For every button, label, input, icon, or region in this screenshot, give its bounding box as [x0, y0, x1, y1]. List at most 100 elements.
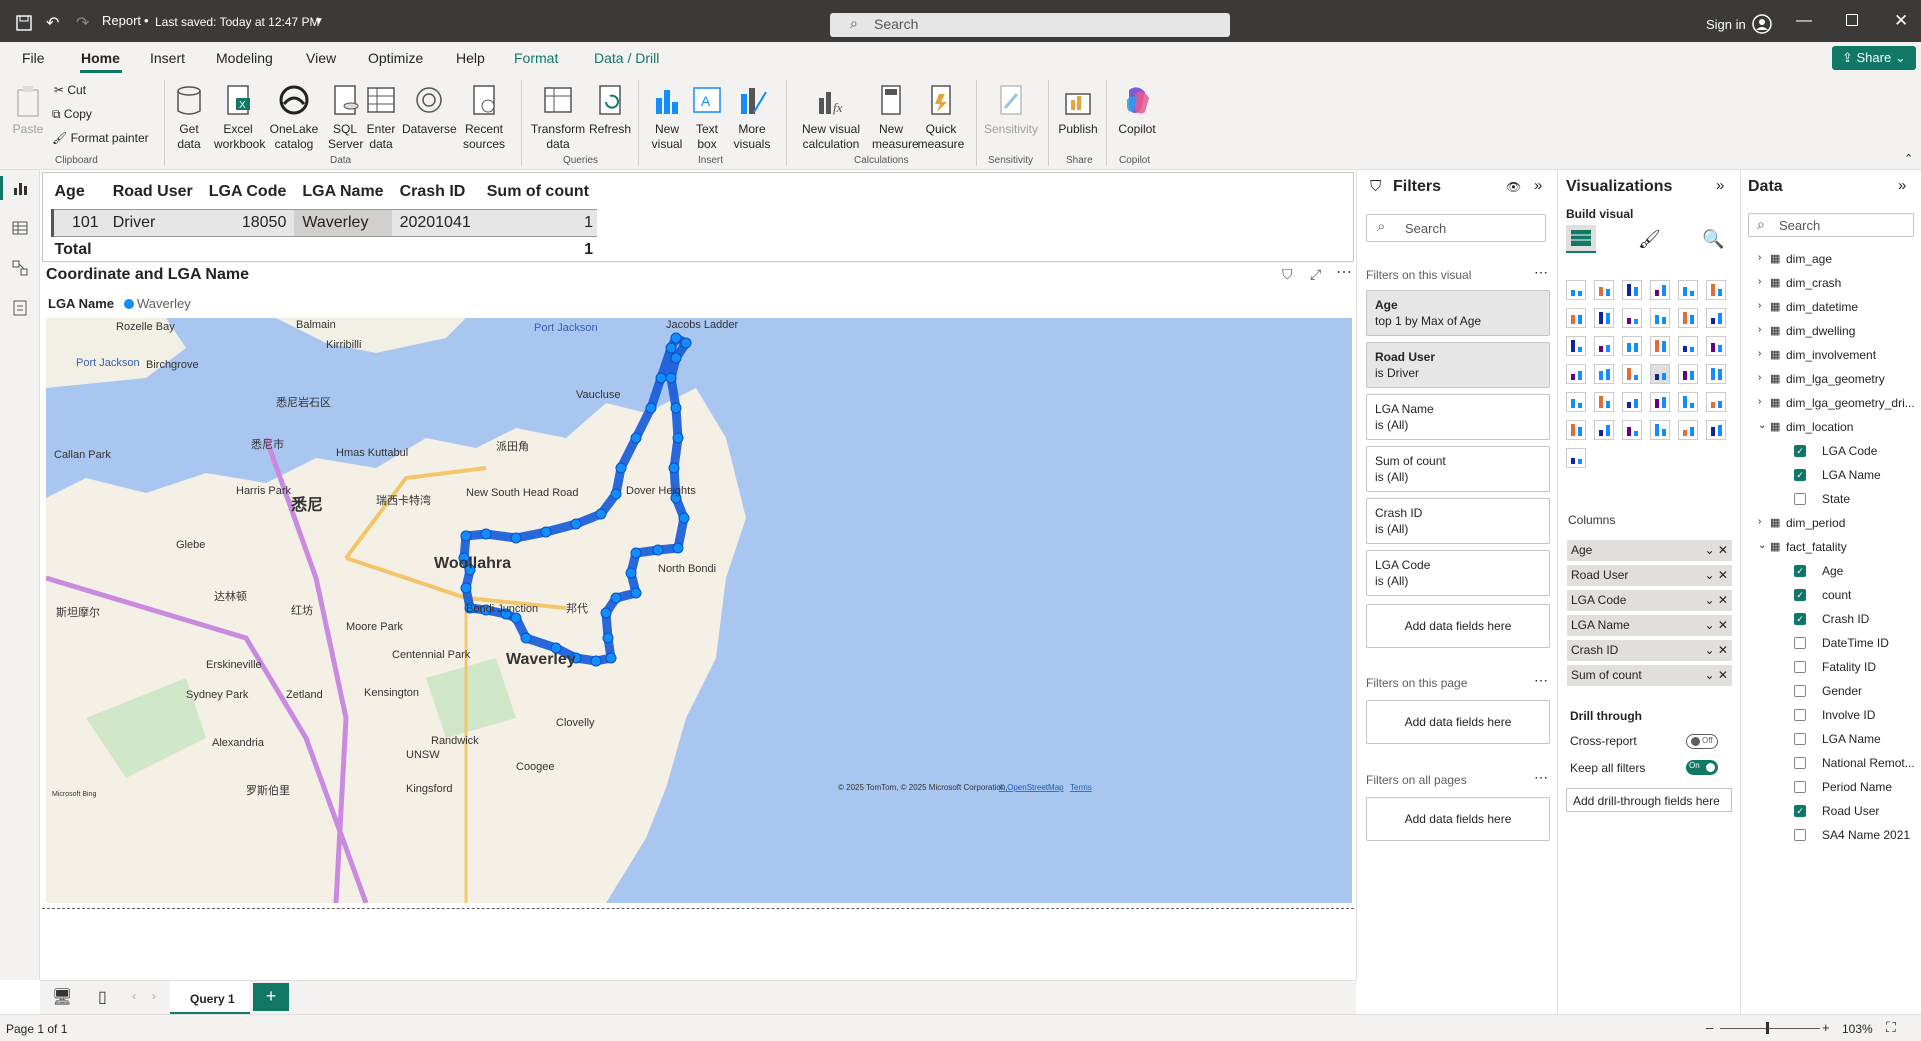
quick-measure-button[interactable]: Quick measure	[916, 84, 966, 152]
data-table-item[interactable]: dim_lga_geometry_dri...	[1786, 396, 1915, 410]
undo-icon[interactable]: ↶	[46, 13, 59, 33]
chevron-right-icon[interactable]: ›	[1758, 396, 1761, 407]
coordinate-point[interactable]	[605, 652, 617, 664]
coordinate-point[interactable]	[625, 567, 637, 579]
tab-modeling[interactable]: Modeling	[216, 50, 273, 66]
coordinate-point[interactable]	[595, 508, 607, 520]
data-table-item[interactable]: dim_age	[1786, 252, 1832, 266]
data-field-item[interactable]: Age	[1822, 564, 1843, 578]
field-checkbox[interactable]: ✓	[1794, 445, 1806, 457]
focus-mode-icon[interactable]: ⤢	[1310, 266, 1321, 283]
visual-type-icon[interactable]	[1706, 392, 1726, 412]
add-drill-through-field[interactable]: Add drill-through fields here	[1566, 788, 1732, 812]
field-checkbox[interactable]	[1794, 709, 1806, 721]
filter-card-road-user[interactable]: Road User is Driver	[1366, 342, 1550, 388]
zoom-in-icon[interactable]: +	[1822, 1020, 1830, 1035]
more-options-icon[interactable]: ⋯	[1534, 769, 1548, 786]
visual-type-icon[interactable]	[1594, 308, 1614, 328]
coordinate-point[interactable]	[630, 587, 642, 599]
copilot-button[interactable]: Copilot	[1112, 84, 1162, 137]
new-measure-button[interactable]: New measure	[872, 84, 919, 152]
coordinate-point[interactable]	[670, 402, 682, 414]
coordinate-point[interactable]	[570, 518, 582, 530]
data-search-input[interactable]: ⌕ Search	[1748, 213, 1914, 237]
search-input[interactable]: ⌕ Search	[830, 13, 1230, 37]
coordinate-point[interactable]	[668, 462, 680, 474]
sensitivity-button[interactable]: Sensitivity	[982, 84, 1040, 137]
coordinate-point[interactable]	[652, 544, 664, 556]
visual-type-icon[interactable]	[1622, 336, 1642, 356]
visual-type-icon[interactable]	[1594, 280, 1614, 300]
field-checkbox[interactable]: ✓	[1794, 589, 1806, 601]
coordinate-point[interactable]	[630, 432, 642, 444]
visual-type-icon[interactable]	[1594, 364, 1614, 384]
data-table-item[interactable]: dim_period	[1786, 516, 1845, 530]
visual-type-icon[interactable]	[1650, 364, 1670, 384]
tab-data-drill[interactable]: Data / Drill	[594, 50, 659, 66]
visual-type-icon[interactable]	[1594, 392, 1614, 412]
coordinate-point[interactable]	[630, 547, 642, 559]
well-actions-icon[interactable]: ⌄ ✕	[1705, 593, 1728, 607]
add-visual-filter-field[interactable]: Add data fields here	[1366, 604, 1550, 648]
coordinate-point[interactable]	[665, 342, 677, 354]
data-field-item[interactable]: Period Name	[1822, 780, 1892, 794]
column-header[interactable]: LGA Code	[201, 179, 295, 210]
data-field-item[interactable]: Involve ID	[1822, 708, 1875, 722]
field-checkbox[interactable]: ✓	[1794, 613, 1806, 625]
coordinate-point[interactable]	[670, 332, 682, 344]
coordinate-point[interactable]	[610, 488, 622, 500]
visual-type-icon[interactable]	[1622, 308, 1642, 328]
chevron-right-icon[interactable]: ›	[1758, 324, 1761, 335]
sql-server-button[interactable]: SQL Server	[328, 84, 363, 152]
data-table-item[interactable]: dim_crash	[1786, 276, 1841, 290]
chevron-right-icon[interactable]: ›	[1758, 516, 1761, 527]
eye-icon[interactable]: 👁	[1506, 180, 1521, 194]
column-well-lga-name[interactable]: LGA Name ⌄ ✕	[1567, 615, 1732, 636]
tab-home[interactable]: Home	[81, 50, 120, 66]
fit-to-page-icon[interactable]: ⛶	[1886, 1019, 1896, 1036]
well-actions-icon[interactable]: ⌄ ✕	[1705, 543, 1728, 557]
field-checkbox[interactable]	[1794, 781, 1806, 793]
field-checkbox[interactable]	[1794, 757, 1806, 769]
field-checkbox[interactable]	[1794, 661, 1806, 673]
collapse-ribbon-icon[interactable]: ⌃	[1904, 152, 1913, 165]
transform-data-button[interactable]: Transform data	[530, 84, 586, 152]
collapse-filters-icon[interactable]: »	[1534, 177, 1542, 194]
page-tab-query-1[interactable]: Query 1	[170, 981, 250, 1015]
get-data-button[interactable]: Get data	[168, 84, 210, 152]
text-box-button[interactable]: A Text box	[690, 84, 724, 152]
add-page-button[interactable]: +	[253, 983, 289, 1011]
coordinate-point[interactable]	[600, 607, 612, 619]
coordinate-point[interactable]	[678, 512, 690, 524]
field-checkbox[interactable]: ✓	[1794, 565, 1806, 577]
coordinate-point[interactable]	[460, 530, 472, 542]
data-table-item[interactable]: dim_involvement	[1786, 348, 1876, 362]
keep-all-filters-toggle[interactable]: On	[1686, 760, 1718, 775]
minimize-icon[interactable]: —	[1796, 12, 1812, 30]
visual-type-icon[interactable]	[1566, 364, 1586, 384]
filter-icon[interactable]: ⛉	[1282, 266, 1293, 283]
share-button[interactable]: ⇪ Share ⌄	[1832, 46, 1916, 70]
map-visual[interactable]: Coordinate and LGA Name LGA Name Waverle…	[42, 262, 1354, 906]
new-visual-button[interactable]: New visual	[648, 84, 686, 152]
chevron-right-icon[interactable]: ›	[1758, 348, 1761, 359]
collapse-visualizations-icon[interactable]: »	[1716, 177, 1724, 194]
maximize-icon[interactable]	[1846, 14, 1858, 26]
field-checkbox[interactable]	[1794, 637, 1806, 649]
column-header[interactable]: Road User	[105, 179, 201, 210]
well-actions-icon[interactable]: ⌄ ✕	[1705, 568, 1728, 582]
visual-type-icon[interactable]	[1622, 392, 1642, 412]
close-icon[interactable]: ✕	[1894, 11, 1908, 31]
coordinate-point[interactable]	[655, 372, 667, 384]
data-field-item[interactable]: SA4 Name 2021	[1822, 828, 1910, 842]
more-options-icon[interactable]: ⋯	[1534, 672, 1548, 689]
recent-sources-button[interactable]: Recent sources	[458, 84, 510, 152]
column-well-road-user[interactable]: Road User ⌄ ✕	[1567, 565, 1732, 586]
new-visual-calculation-button[interactable]: fx New visual calculation	[796, 84, 866, 152]
zoom-slider[interactable]	[1720, 1028, 1820, 1029]
terms-link[interactable]: Terms	[1070, 783, 1092, 792]
visual-type-icon[interactable]	[1678, 392, 1698, 412]
visual-type-icon[interactable]	[1650, 280, 1670, 300]
filter-card-lga-code[interactable]: LGA Code is (All)	[1366, 550, 1550, 596]
visual-type-icon[interactable]	[1706, 336, 1726, 356]
